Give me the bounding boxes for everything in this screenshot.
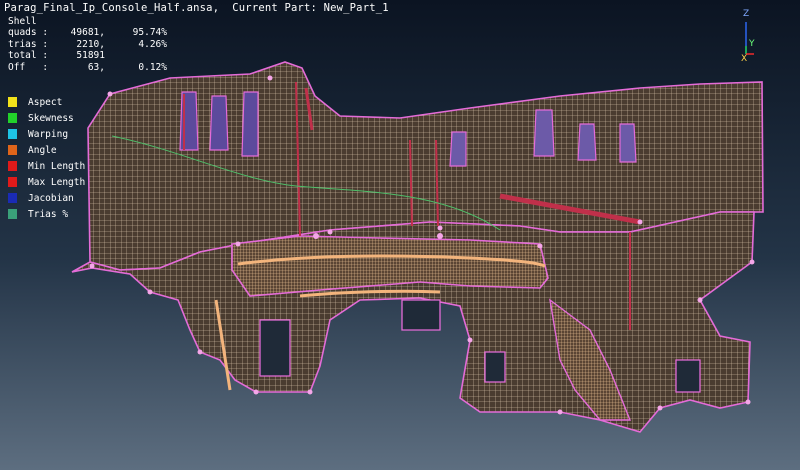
stats-label: total :: [8, 50, 49, 62]
warping-color-swatch: [8, 129, 17, 139]
legend-label: Trias %: [28, 208, 69, 220]
aspect-color-swatch: [8, 97, 17, 107]
stats-percent: 0.12%: [138, 61, 167, 73]
jacobian-color-swatch: [8, 193, 17, 203]
stats-count: 2210,: [76, 38, 105, 50]
stats-percent: 95.74%: [132, 27, 167, 39]
legend-label: Min Length: [28, 160, 86, 172]
legend-label: Skewness: [28, 112, 74, 124]
axis-triad: Z Y X: [741, 9, 755, 62]
legend-item-warping[interactable]: Warping: [8, 126, 85, 142]
z-axis-label: Z: [743, 9, 749, 19]
stats-percent: 4.26%: [138, 38, 167, 50]
legend-item-min-length[interactable]: Min Length: [8, 158, 85, 174]
min-length-color-swatch: [8, 161, 17, 171]
stats-count: 51891: [76, 50, 105, 62]
legend-label: Angle: [28, 144, 57, 156]
file-name: Parag_Final_Ip_Console_Half.ansa,: [4, 2, 220, 14]
stats-row: total : 51891: [8, 50, 167, 61]
stats-label: quads :: [8, 27, 49, 39]
legend-label: Warping: [28, 128, 69, 140]
x-axis-label: X: [741, 54, 747, 62]
stats-row: quads : 49681, 95.74%: [8, 27, 167, 38]
stats-row: trias : 2210, 4.26%: [8, 39, 167, 50]
legend-label: Max Length: [28, 176, 86, 188]
legend-item-angle[interactable]: Angle: [8, 142, 85, 158]
stats-count: 49681,: [70, 27, 105, 39]
angle-color-swatch: [8, 145, 17, 155]
window-title: Parag_Final_Ip_Console_Half.ansa, Curren…: [4, 2, 389, 14]
skewness-color-swatch: [8, 113, 17, 123]
legend-item-skewness[interactable]: Skewness: [8, 110, 85, 126]
legend-item-trias-percent[interactable]: Trias %: [8, 206, 85, 222]
stats-percent: [105, 50, 167, 61]
y-axis-label: Y: [748, 39, 755, 49]
legend-item-aspect[interactable]: Aspect: [8, 94, 85, 110]
legend-label: Jacobian: [28, 192, 74, 204]
graphics-viewport[interactable]: Parag_Final_Ip_Console_Half.ansa, Curren…: [0, 0, 800, 470]
shell-statistics-panel: Shell quads : 49681, 95.74% trias : 2210, 4.…: [8, 16, 167, 73]
stats-heading: Shell: [8, 16, 37, 27]
trias-color-swatch: [8, 209, 17, 219]
stats-row: Off : 63, 0.12%: [8, 62, 167, 73]
stats-label: Off :: [8, 61, 49, 73]
legend-item-max-length[interactable]: Max Length: [8, 174, 85, 190]
current-part: Current Part: New_Part_1: [232, 2, 389, 14]
stats-count: 63,: [87, 61, 105, 73]
quality-criteria-legend: Aspect Skewness Warping Angle Min Length…: [8, 94, 85, 222]
max-length-color-swatch: [8, 177, 17, 187]
stats-label: trias :: [8, 38, 49, 50]
legend-item-jacobian[interactable]: Jacobian: [8, 190, 85, 206]
legend-label: Aspect: [28, 96, 63, 108]
